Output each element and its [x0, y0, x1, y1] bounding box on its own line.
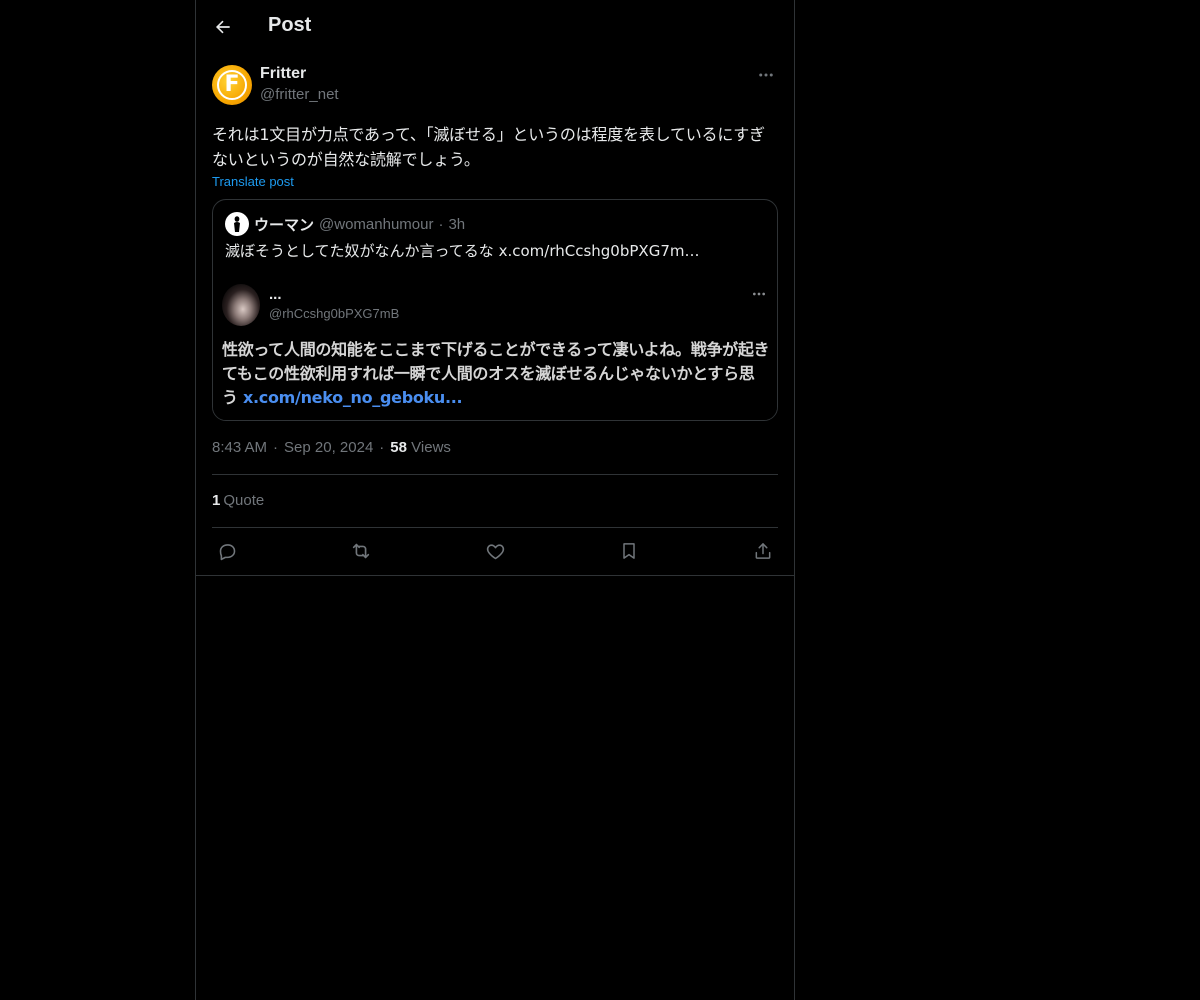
heart-icon — [486, 543, 504, 559]
quoted-display-name: ウーマン — [254, 215, 315, 234]
page-title: Post — [268, 14, 312, 36]
bookmark-icon — [623, 543, 635, 559]
avatar — [225, 212, 249, 236]
quoted-post-header: ウーマン @womanhumour · 3h — [225, 212, 465, 236]
separator-dot: · — [438, 215, 444, 233]
ellipsis-icon — [759, 73, 773, 77]
post-header: Post — [196, 0, 794, 54]
avatar — [222, 284, 260, 326]
quoted-post[interactable]: ウーマン @womanhumour · 3h 滅ぼそうとしてた奴がなんか言ってる… — [212, 199, 778, 421]
back-button[interactable] — [206, 10, 240, 44]
quoted-text-body: 滅ぼそうとしてた奴がなんか言ってるな — [225, 242, 494, 260]
divider — [212, 474, 778, 475]
author-handle[interactable]: @fritter_net — [260, 86, 339, 103]
quoted-handle: @womanhumour — [319, 215, 434, 233]
quotes-stat[interactable]: 1 Quote — [212, 492, 264, 509]
reply-bubble-icon — [219, 543, 235, 560]
post-detail-column: Post F Fritter @fritter_net それは1文目が力点であっ… — [195, 0, 795, 1000]
ellipsis-icon — [749, 284, 769, 304]
embedded-screenshot: ... @rhCcshg0bPXG7mB 性欲って人間の知能をここまで下げること… — [213, 274, 777, 420]
post-date[interactable]: Sep 20, 2024 — [284, 439, 373, 456]
quote-count: 1 — [212, 492, 221, 509]
arrow-left-icon — [215, 20, 230, 34]
post-author: F Fritter @fritter_net — [212, 64, 778, 108]
silhouette-icon — [234, 216, 240, 232]
embedded-text: 性欲って人間の知能をここまで下げることができるって凄いよね。戦争が起きてもこの性… — [222, 338, 770, 410]
embedded-display-name: ... — [269, 286, 282, 303]
avatar-logo: F — [217, 70, 247, 100]
avatar[interactable]: F — [212, 65, 252, 105]
quote-label: Quote — [223, 492, 265, 509]
author-display-name[interactable]: Fritter — [260, 65, 306, 83]
post: F Fritter @fritter_net それは1文目が力点であって、「滅ぼ… — [212, 64, 778, 560]
share-button[interactable] — [750, 538, 776, 564]
post-text: それは1文目が力点であって、「滅ぼせる」というのは程度を表しているにすぎないとい… — [212, 125, 765, 169]
repost-button[interactable] — [348, 538, 374, 564]
post-more-button[interactable] — [754, 64, 778, 86]
post-actions — [212, 538, 778, 564]
views-count: 58 — [390, 439, 407, 456]
quoted-link[interactable]: x.com/rhCcshg0bPXG7m… — [499, 242, 700, 260]
translate-post-link[interactable]: Translate post — [212, 174, 294, 189]
bookmark-button[interactable] — [616, 538, 642, 564]
post-meta: 8:43 AM · Sep 20, 2024 · 58 Views — [212, 439, 451, 456]
embedded-link: x.com/neko_no_geboku... — [242, 388, 463, 407]
embedded-handle: @rhCcshg0bPXG7mB — [269, 306, 400, 321]
repost-icon — [352, 543, 370, 559]
share-icon — [755, 543, 771, 559]
views-label: Views — [411, 439, 451, 456]
quoted-text: 滅ぼそうとしてた奴がなんか言ってるな x.com/rhCcshg0bPXG7m… — [225, 240, 765, 261]
separator-dot: · — [379, 439, 385, 456]
post-time[interactable]: 8:43 AM — [212, 439, 267, 456]
quoted-time: 3h — [448, 215, 466, 233]
separator-dot: · — [273, 439, 279, 456]
like-button[interactable] — [482, 538, 508, 564]
divider — [196, 575, 794, 576]
reply-button[interactable] — [214, 538, 240, 564]
divider — [212, 527, 778, 528]
